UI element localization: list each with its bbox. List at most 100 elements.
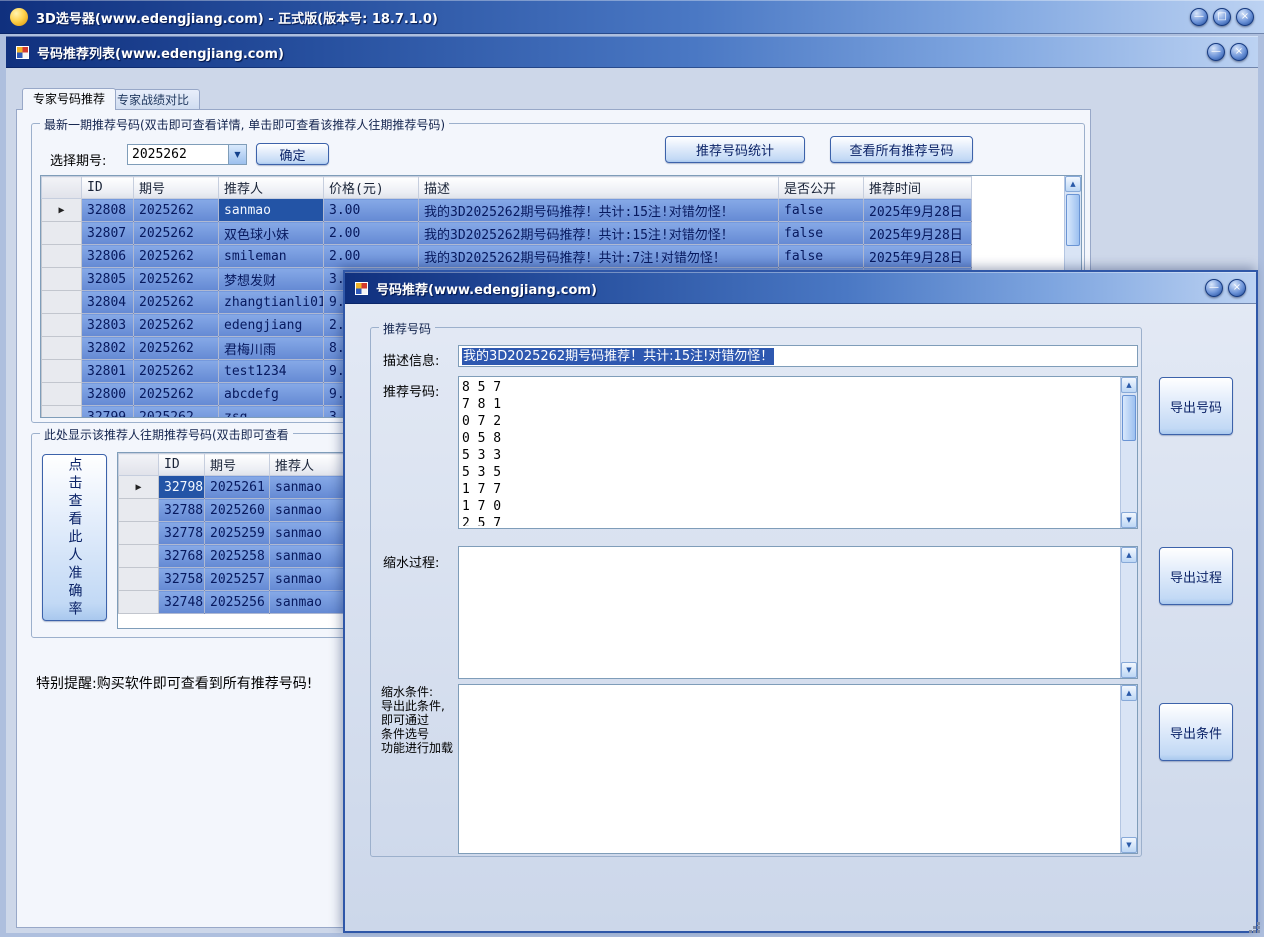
row-header[interactable] bbox=[42, 245, 82, 268]
grid-cell[interactable]: 2025年9月28日 bbox=[864, 222, 972, 245]
table-row[interactable]: ▶328082025262sanmao3.00我的3D2025262期号码推荐！… bbox=[42, 199, 972, 222]
grid-cell[interactable]: 2025262 bbox=[134, 291, 219, 314]
grid-cell[interactable]: 我的3D2025262期号码推荐！共计:15注!对错勿怪！ bbox=[419, 199, 779, 222]
grid-cell[interactable]: 2.00 bbox=[324, 222, 419, 245]
grid-cell[interactable]: abcdefg bbox=[219, 383, 324, 406]
grid-cell[interactable]: 2025262 bbox=[134, 268, 219, 291]
row-header[interactable] bbox=[42, 268, 82, 291]
vertical-scrollbar[interactable]: ▲ ▼ bbox=[1120, 685, 1137, 853]
description-input[interactable]: 我的3D2025262期号码推荐！共计:15注!对错勿怪！ bbox=[458, 345, 1138, 367]
grid-cell[interactable]: 君梅川雨 bbox=[219, 337, 324, 360]
grid-cell[interactable]: 2025256 bbox=[205, 591, 270, 614]
view-all-button[interactable]: 查看所有推荐号码 bbox=[830, 136, 973, 163]
row-header[interactable] bbox=[42, 314, 82, 337]
scrollbar-track[interactable] bbox=[1121, 701, 1137, 837]
grid-cell[interactable]: 我的3D2025262期号码推荐！共计:15注!对错勿怪！ bbox=[419, 222, 779, 245]
export-numbers-button[interactable]: 导出号码 bbox=[1159, 377, 1233, 435]
tab-expert-recommend[interactable]: 专家号码推荐 bbox=[22, 88, 116, 110]
minimize-button[interactable]: — bbox=[1190, 8, 1208, 26]
grid-cell[interactable]: 2025262 bbox=[134, 337, 219, 360]
scroll-up-button[interactable]: ▲ bbox=[1121, 685, 1137, 701]
table-row[interactable]: 328062025262smileman2.00我的3D2025262期号码推荐… bbox=[42, 245, 972, 268]
grid-cell[interactable]: false bbox=[779, 222, 864, 245]
grid-cell[interactable]: 2025257 bbox=[205, 568, 270, 591]
grid-cell[interactable]: 32806 bbox=[82, 245, 134, 268]
row-header[interactable] bbox=[119, 454, 159, 476]
scrollbar-thumb[interactable] bbox=[1066, 194, 1080, 246]
close-button[interactable]: × bbox=[1236, 8, 1254, 26]
vertical-scrollbar[interactable]: ▲ ▼ bbox=[1120, 377, 1137, 528]
column-header[interactable]: 价格(元) bbox=[324, 177, 419, 199]
row-header[interactable] bbox=[119, 522, 159, 545]
grid-cell[interactable]: 2025262 bbox=[134, 360, 219, 383]
grid-cell[interactable]: 2025262 bbox=[134, 222, 219, 245]
grid-cell[interactable]: 32800 bbox=[82, 383, 134, 406]
grid-cell[interactable]: 2.00 bbox=[324, 245, 419, 268]
column-header[interactable]: 期号 bbox=[205, 454, 270, 476]
column-header[interactable]: 描述 bbox=[419, 177, 779, 199]
row-header[interactable] bbox=[42, 406, 82, 419]
grid-cell[interactable]: 32758 bbox=[159, 568, 205, 591]
process-textarea[interactable]: ▲ ▼ bbox=[458, 546, 1138, 679]
vertical-scrollbar[interactable]: ▲ ▼ bbox=[1120, 547, 1137, 678]
grid-cell[interactable]: sanmao bbox=[219, 199, 324, 222]
row-header[interactable]: ▶ bbox=[119, 476, 159, 499]
export-condition-button[interactable]: 导出条件 bbox=[1159, 703, 1233, 761]
grid-cell[interactable]: 2025262 bbox=[134, 406, 219, 419]
grid-cell[interactable]: 32798 bbox=[159, 476, 205, 499]
scrollbar-track[interactable] bbox=[1121, 393, 1137, 512]
grid-cell[interactable]: false bbox=[779, 199, 864, 222]
grid-cell[interactable]: 32807 bbox=[82, 222, 134, 245]
row-header[interactable] bbox=[42, 360, 82, 383]
grid-cell[interactable]: 2025年9月28日 bbox=[864, 245, 972, 268]
scrollbar-track[interactable] bbox=[1121, 563, 1137, 662]
scroll-down-button[interactable]: ▼ bbox=[1121, 662, 1137, 678]
column-header[interactable]: 推荐时间 bbox=[864, 177, 972, 199]
grid-cell[interactable]: 32808 bbox=[82, 199, 134, 222]
close-button[interactable]: × bbox=[1230, 43, 1248, 61]
period-combobox[interactable]: 2025262 ▼ bbox=[127, 144, 247, 165]
scroll-up-button[interactable]: ▲ bbox=[1121, 377, 1137, 393]
row-header[interactable] bbox=[119, 499, 159, 522]
grid-cell[interactable]: zsg bbox=[219, 406, 324, 419]
accuracy-button[interactable]: 点击查看此人准确率 bbox=[42, 454, 107, 621]
list-window-titlebar[interactable]: 号码推荐列表(www.edengjiang.com) — × bbox=[6, 36, 1258, 68]
grid-cell[interactable]: 2025262 bbox=[134, 199, 219, 222]
grid-cell[interactable]: 32803 bbox=[82, 314, 134, 337]
grid-cell[interactable]: 32804 bbox=[82, 291, 134, 314]
column-header[interactable]: ID bbox=[82, 177, 134, 199]
grid-cell[interactable]: 2025258 bbox=[205, 545, 270, 568]
resize-grip[interactable] bbox=[1248, 921, 1260, 933]
grid-cell[interactable]: 我的3D2025262期号码推荐！共计:7注!对错勿怪！ bbox=[419, 245, 779, 268]
minimize-button[interactable]: — bbox=[1205, 279, 1223, 297]
grid-cell[interactable]: zhangtianli01 bbox=[219, 291, 324, 314]
grid-cell[interactable]: 2025262 bbox=[134, 245, 219, 268]
dropdown-arrow-icon[interactable]: ▼ bbox=[228, 145, 246, 164]
row-header[interactable] bbox=[119, 591, 159, 614]
minimize-button[interactable]: — bbox=[1207, 43, 1225, 61]
table-row[interactable]: 328072025262双色球小妹2.00我的3D2025262期号码推荐！共计… bbox=[42, 222, 972, 245]
grid-cell[interactable]: 32788 bbox=[159, 499, 205, 522]
tab-expert-compare[interactable]: 专家战绩对比 bbox=[106, 89, 200, 110]
row-header[interactable] bbox=[42, 291, 82, 314]
grid-cell[interactable]: 梦想发财 bbox=[219, 268, 324, 291]
row-header[interactable] bbox=[42, 383, 82, 406]
close-button[interactable]: × bbox=[1228, 279, 1246, 297]
grid-cell[interactable]: edengjiang bbox=[219, 314, 324, 337]
grid-cell[interactable]: 2025262 bbox=[134, 383, 219, 406]
grid-cell[interactable]: smileman bbox=[219, 245, 324, 268]
condition-textarea[interactable]: ▲ ▼ bbox=[458, 684, 1138, 854]
grid-cell[interactable]: 2025259 bbox=[205, 522, 270, 545]
numbers-textarea[interactable]: 8 5 7 7 8 1 0 7 2 0 5 8 5 3 3 5 3 5 1 7 … bbox=[458, 376, 1138, 529]
detail-window-titlebar[interactable]: 号码推荐(www.edengjiang.com) — × bbox=[345, 272, 1256, 304]
grid-cell[interactable]: 32748 bbox=[159, 591, 205, 614]
row-header[interactable] bbox=[119, 545, 159, 568]
confirm-button[interactable]: 确定 bbox=[256, 143, 329, 165]
grid-cell[interactable]: 2025261 bbox=[205, 476, 270, 499]
scroll-up-button[interactable]: ▲ bbox=[1121, 547, 1137, 563]
stats-button[interactable]: 推荐号码统计 bbox=[665, 136, 805, 163]
grid-cell[interactable]: 32778 bbox=[159, 522, 205, 545]
grid-cell[interactable]: 2025年9月28日 bbox=[864, 199, 972, 222]
row-header[interactable] bbox=[42, 177, 82, 199]
row-header[interactable] bbox=[42, 337, 82, 360]
